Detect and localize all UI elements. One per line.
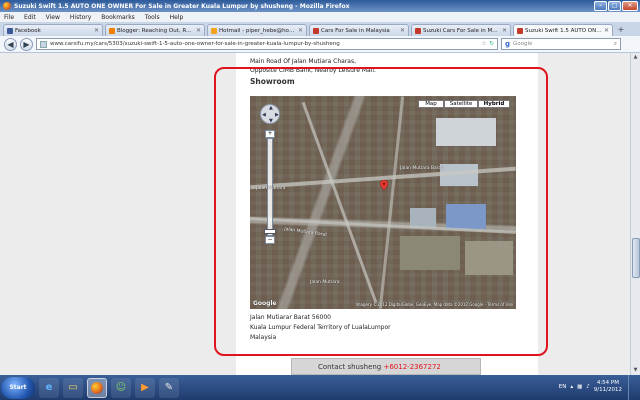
scroll-up-icon[interactable]: ▲ <box>631 53 640 62</box>
menu-help[interactable]: Help <box>170 14 184 21</box>
tab-label: Hotmail - piper_hebe@hotmail.c... <box>219 27 296 34</box>
blogger-icon <box>109 27 115 34</box>
menu-file[interactable]: File <box>4 14 14 21</box>
contact-seller-button[interactable]: Contact shusheng +6012-2367272 <box>291 358 481 375</box>
close-tab-icon[interactable]: ✕ <box>196 27 201 34</box>
contact-phone: +6012-2367272 <box>383 363 441 371</box>
site-identity-icon[interactable] <box>40 40 47 48</box>
close-button[interactable]: ✕ <box>622 1 638 11</box>
tab-label: Suzuki Swift 1.5 AUTO ONE OW... <box>525 27 602 34</box>
new-tab-button[interactable]: + <box>615 25 627 36</box>
site-icon <box>415 27 421 34</box>
close-tab-icon[interactable]: ✕ <box>604 27 609 34</box>
window-title: Suzuki Swift 1.5 AUTO ONE OWNER For Sale… <box>14 2 350 10</box>
system-tray: EN ▴ ▦ ♪ 4:54 PM 9/11/2012 <box>559 374 636 400</box>
firefox-icon[interactable] <box>87 377 107 398</box>
tab-suzuki-swift[interactable]: Suzuki Swift 1.5 AUTO ONE OW... ✕ <box>513 24 613 36</box>
explorer-icon[interactable]: ▭ <box>63 377 83 398</box>
close-tab-icon[interactable]: ✕ <box>502 27 507 34</box>
address-line: Main Road Of Jalan Mutiara Charas, <box>250 58 357 65</box>
reload-icon[interactable]: ↻ <box>489 41 494 47</box>
close-tab-icon[interactable]: ✕ <box>400 27 405 34</box>
ie-icon[interactable]: e <box>39 377 59 398</box>
facebook-icon <box>7 27 13 34</box>
site-icon <box>313 27 319 34</box>
search-icon[interactable]: ⌕ <box>614 41 617 48</box>
volume-icon[interactable]: ♪ <box>586 384 590 390</box>
hotmail-icon <box>211 27 217 34</box>
web-page: Main Road Of Jalan Mutiara Charas, Oppos… <box>0 53 630 375</box>
tab-strip: Facebook ✕ Blogger: Reaching Out, Reachi… <box>0 22 640 36</box>
site-icon <box>517 27 523 34</box>
tab-suzuki-cars[interactable]: Suzuki Cars For Sale in Malaysia... ✕ <box>411 24 511 36</box>
navigation-bar: ◀ ▶ www.carsifu.my/cars/5303/suzuki-swif… <box>0 36 640 53</box>
clock-date: 9/11/2012 <box>593 387 622 393</box>
tab-label: Blogger: Reaching Out, Reachi... <box>117 27 194 34</box>
url-bar[interactable]: www.carsifu.my/cars/5303/suzuki-swift-1-… <box>36 38 498 50</box>
menu-view[interactable]: View <box>46 14 60 21</box>
menu-history[interactable]: History <box>70 14 91 21</box>
scrollbar-thumb[interactable] <box>632 238 640 278</box>
back-button[interactable]: ◀ <box>4 37 17 51</box>
window-controls: – □ ✕ <box>594 1 638 11</box>
clock[interactable]: 4:54 PM 9/11/2012 <box>594 380 622 394</box>
show-desktop-button[interactable] <box>628 374 636 400</box>
menu-bar: File Edit View History Bookmarks Tools H… <box>0 12 640 22</box>
highlight-annotation <box>214 67 548 356</box>
network-icon[interactable]: ▦ <box>577 384 582 390</box>
search-input[interactable]: g Google ⌕ <box>501 38 621 50</box>
taskbar: Start e ▭ ☺ ▶ ✎ EN ▴ ▦ ♪ 4:54 PM 9/11/20… <box>0 374 640 400</box>
menu-bookmarks[interactable]: Bookmarks <box>101 14 135 21</box>
messenger-icon[interactable]: ☺ <box>111 377 131 398</box>
menu-tools[interactable]: Tools <box>145 14 160 21</box>
tab-facebook[interactable]: Facebook ✕ <box>3 24 103 36</box>
title-bar: Suzuki Swift 1.5 AUTO ONE OWNER For Sale… <box>0 0 640 12</box>
media-player-icon[interactable]: ▶ <box>135 377 155 398</box>
google-icon: g <box>505 40 511 48</box>
start-button[interactable]: Start <box>1 376 35 399</box>
maximize-button[interactable]: □ <box>608 1 621 11</box>
tab-hotmail[interactable]: Hotmail - piper_hebe@hotmail.c... ✕ <box>207 24 307 36</box>
tab-label: Facebook <box>15 27 41 34</box>
language-indicator[interactable]: EN <box>559 384 567 390</box>
tab-label: Suzuki Cars For Sale in Malaysia... <box>423 27 500 34</box>
bookmark-star-icon[interactable]: ☆ <box>481 41 486 47</box>
tab-label: Cars For Sale in Malaysia <box>321 27 390 34</box>
url-text[interactable]: www.carsifu.my/cars/5303/suzuki-swift-1-… <box>50 41 478 47</box>
forward-button[interactable]: ▶ <box>20 37 33 51</box>
menu-edit[interactable]: Edit <box>24 14 36 21</box>
contact-label: Contact shusheng <box>318 363 382 371</box>
clock-time: 4:54 PM <box>596 380 619 386</box>
tab-blogger[interactable]: Blogger: Reaching Out, Reachi... ✕ <box>105 24 205 36</box>
close-tab-icon[interactable]: ✕ <box>94 27 99 34</box>
vertical-scrollbar[interactable]: ▲ ▼ <box>630 53 640 375</box>
search-placeholder: Google <box>513 41 533 47</box>
close-tab-icon[interactable]: ✕ <box>298 27 303 34</box>
paint-icon[interactable]: ✎ <box>159 377 179 398</box>
tray-arrow-icon[interactable]: ▴ <box>570 384 573 390</box>
minimize-button[interactable]: – <box>594 1 607 11</box>
tab-cars-for-sale[interactable]: Cars For Sale in Malaysia ✕ <box>309 24 409 36</box>
firefox-icon <box>3 2 11 10</box>
